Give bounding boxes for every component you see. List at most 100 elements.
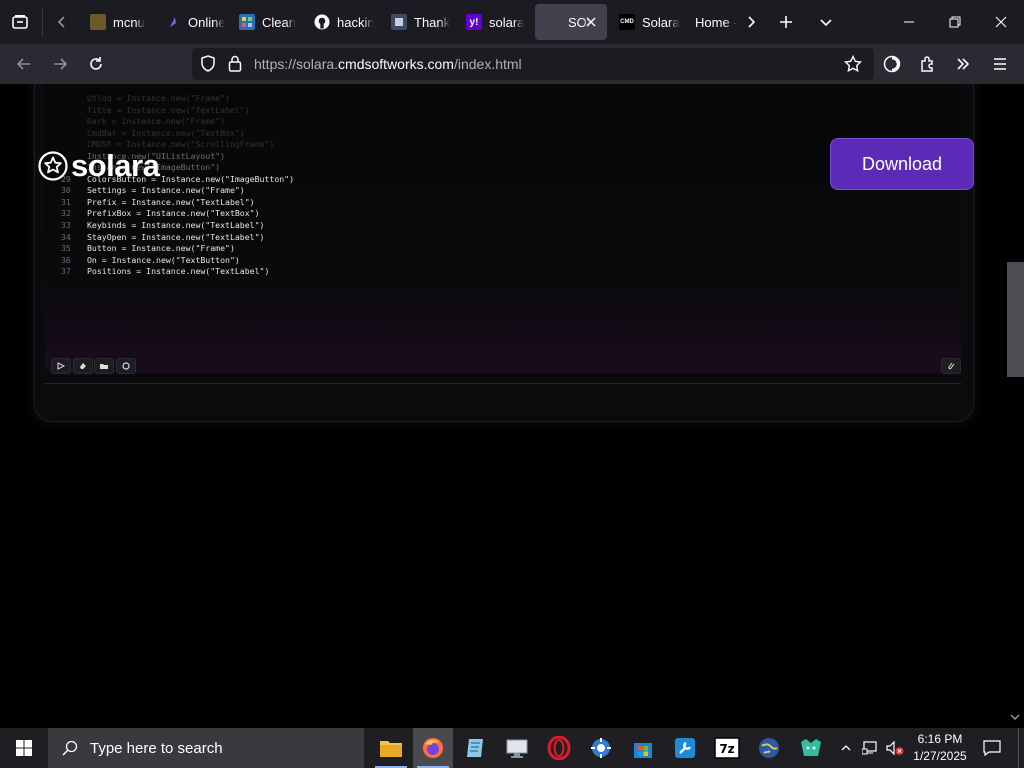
close-tab-button[interactable] (583, 14, 599, 30)
tab-0[interactable]: mcnu (80, 4, 150, 40)
volume-button[interactable] (884, 728, 906, 768)
address-bar[interactable]: https://solara.cmdsoftworks.com/index.ht… (192, 48, 874, 80)
forward-button[interactable] (44, 48, 76, 80)
chevron-down-icon (1010, 714, 1020, 720)
taskbar-store[interactable] (623, 728, 663, 768)
code-line: 36 On = Instance.new("TextButton") (61, 255, 294, 267)
taskbar-search-box[interactable]: Type here to search (48, 728, 364, 768)
firefox-view-icon (12, 15, 28, 29)
windows-logo-icon (16, 740, 32, 756)
remote-desktop-icon (506, 739, 528, 758)
restore-button[interactable] (932, 0, 978, 44)
editor-code-area: Utlod = Instance.new("Frame") Title = Ins… (45, 84, 961, 373)
reload-button[interactable] (80, 48, 112, 80)
download-label: Download (861, 153, 943, 174)
taskbar-toolbox[interactable] (665, 728, 705, 768)
chevron-left-icon (57, 16, 65, 28)
line-number: 36 (61, 254, 71, 265)
lock-icon (228, 55, 242, 72)
taskbar-globe-app[interactable] (749, 728, 789, 768)
tab-4[interactable]: Thank (381, 4, 451, 40)
tab-2[interactable]: Clean (229, 4, 299, 40)
taskbar-file-explorer[interactable] (371, 728, 411, 768)
tab-8[interactable]: Home - (685, 4, 737, 40)
scrollbar-thumb[interactable] (1007, 262, 1024, 377)
page-content: Utlod = Instance.new("Frame") Title = Ins… (0, 84, 1024, 728)
plus-icon (780, 16, 792, 28)
back-button[interactable] (8, 48, 40, 80)
tab-1[interactable]: Online (155, 4, 225, 40)
tab-7[interactable]: CMD Solara (609, 4, 681, 40)
line-number: 30 (61, 185, 71, 196)
line-number: 37 (61, 266, 71, 277)
blank-favicon-icon (545, 14, 561, 30)
code-text: Positions = Instance.new("TextLabel") (87, 266, 270, 277)
tab-label: hackin (337, 14, 374, 30)
more-tools-button[interactable] (947, 48, 979, 80)
clock-time: 6:16 PM (917, 732, 963, 746)
bookmark-button[interactable] (843, 54, 863, 78)
navigation-toolbar: https://solara.cmdsoftworks.com/index.ht… (0, 44, 1024, 84)
app-menu-button[interactable] (984, 48, 1016, 80)
minimize-icon (904, 21, 914, 23)
code-text: CmdBar = Instance.new("TextBox") (87, 127, 245, 138)
code-line: 33 Keybinds = Instance.new("TextLabel") (61, 220, 294, 232)
taskbar-game-app[interactable] (791, 728, 831, 768)
taskbar-7zip[interactable]: 7z (707, 728, 747, 768)
code-line: 31 Prefix = Instance.new("TextLabel") (61, 197, 294, 209)
url-text[interactable]: https://solara.cmdsoftworks.com/index.ht… (254, 56, 522, 72)
search-placeholder: Type here to search (90, 739, 223, 757)
download-button[interactable]: Download (830, 138, 974, 190)
tracking-protection-button[interactable] (200, 55, 216, 78)
star-icon (843, 54, 863, 73)
tab-label: mcnu (113, 14, 145, 30)
scroll-down-button[interactable] (1008, 710, 1022, 724)
firefox-view-button[interactable] (0, 0, 40, 44)
minimize-button[interactable] (886, 0, 932, 44)
code-text: On = Instance.new("TextButton") (87, 254, 240, 265)
puzzle-icon (921, 56, 933, 72)
list-all-tabs-button[interactable] (806, 0, 846, 44)
tab-6-active[interactable]: SOI (535, 4, 607, 40)
tab-3[interactable]: hackin (304, 4, 374, 40)
code-text: Title = Instance.new("TextLabel") (87, 104, 250, 115)
scroll-tabs-right-button[interactable] (731, 0, 771, 44)
line-number: 33 (61, 220, 71, 231)
taskbar-settings-app[interactable] (581, 728, 621, 768)
start-button[interactable] (0, 728, 48, 768)
code-text: Utlod = Instance.new("Frame") (87, 93, 230, 103)
account-icon (883, 55, 901, 73)
taskbar-opera[interactable] (539, 728, 579, 768)
speaker-muted-icon (886, 740, 904, 756)
cmd-favicon-icon: CMD (619, 14, 635, 30)
code-text: Dark = Instance.new("Frame") (87, 116, 226, 127)
site-info-button[interactable] (228, 55, 242, 77)
search-icon (62, 740, 78, 756)
show-hidden-icons-button[interactable] (836, 728, 856, 768)
code-text: PrefixBox = Instance.new("TextBox") (87, 208, 260, 219)
taskbar-notepad[interactable] (455, 728, 495, 768)
folder-icon (380, 741, 402, 757)
play-icon (57, 362, 65, 370)
taskbar-remote-desktop[interactable] (497, 728, 537, 768)
new-tab-button[interactable] (766, 0, 806, 44)
show-desktop-button[interactable] (1018, 728, 1024, 768)
line-number: 32 (61, 208, 71, 219)
extensions-button[interactable] (912, 48, 944, 80)
network-status-button[interactable] (860, 728, 882, 768)
wrench-icon (675, 738, 695, 758)
system-clock[interactable]: 6:16 PM 1/27/2025 (908, 731, 972, 765)
back-arrow-icon (16, 58, 30, 70)
tab-label: Online (188, 14, 225, 30)
scroll-tabs-left-button[interactable] (42, 0, 82, 44)
close-window-button[interactable] (978, 0, 1024, 44)
brand-logo[interactable]: solara (38, 148, 160, 184)
account-button[interactable] (876, 48, 908, 80)
attach-tool (941, 358, 961, 374)
notifications-button[interactable] (978, 728, 1006, 768)
tab-5[interactable]: y! solara (456, 4, 526, 40)
tab-strip: mcnu Online Clean hackin Thank y! solara… (0, 0, 1024, 44)
editor-preview: Utlod = Instance.new("Frame") Title = Ins… (34, 84, 974, 422)
page-scrollbar[interactable] (1006, 84, 1024, 728)
taskbar-firefox[interactable] (413, 728, 453, 768)
